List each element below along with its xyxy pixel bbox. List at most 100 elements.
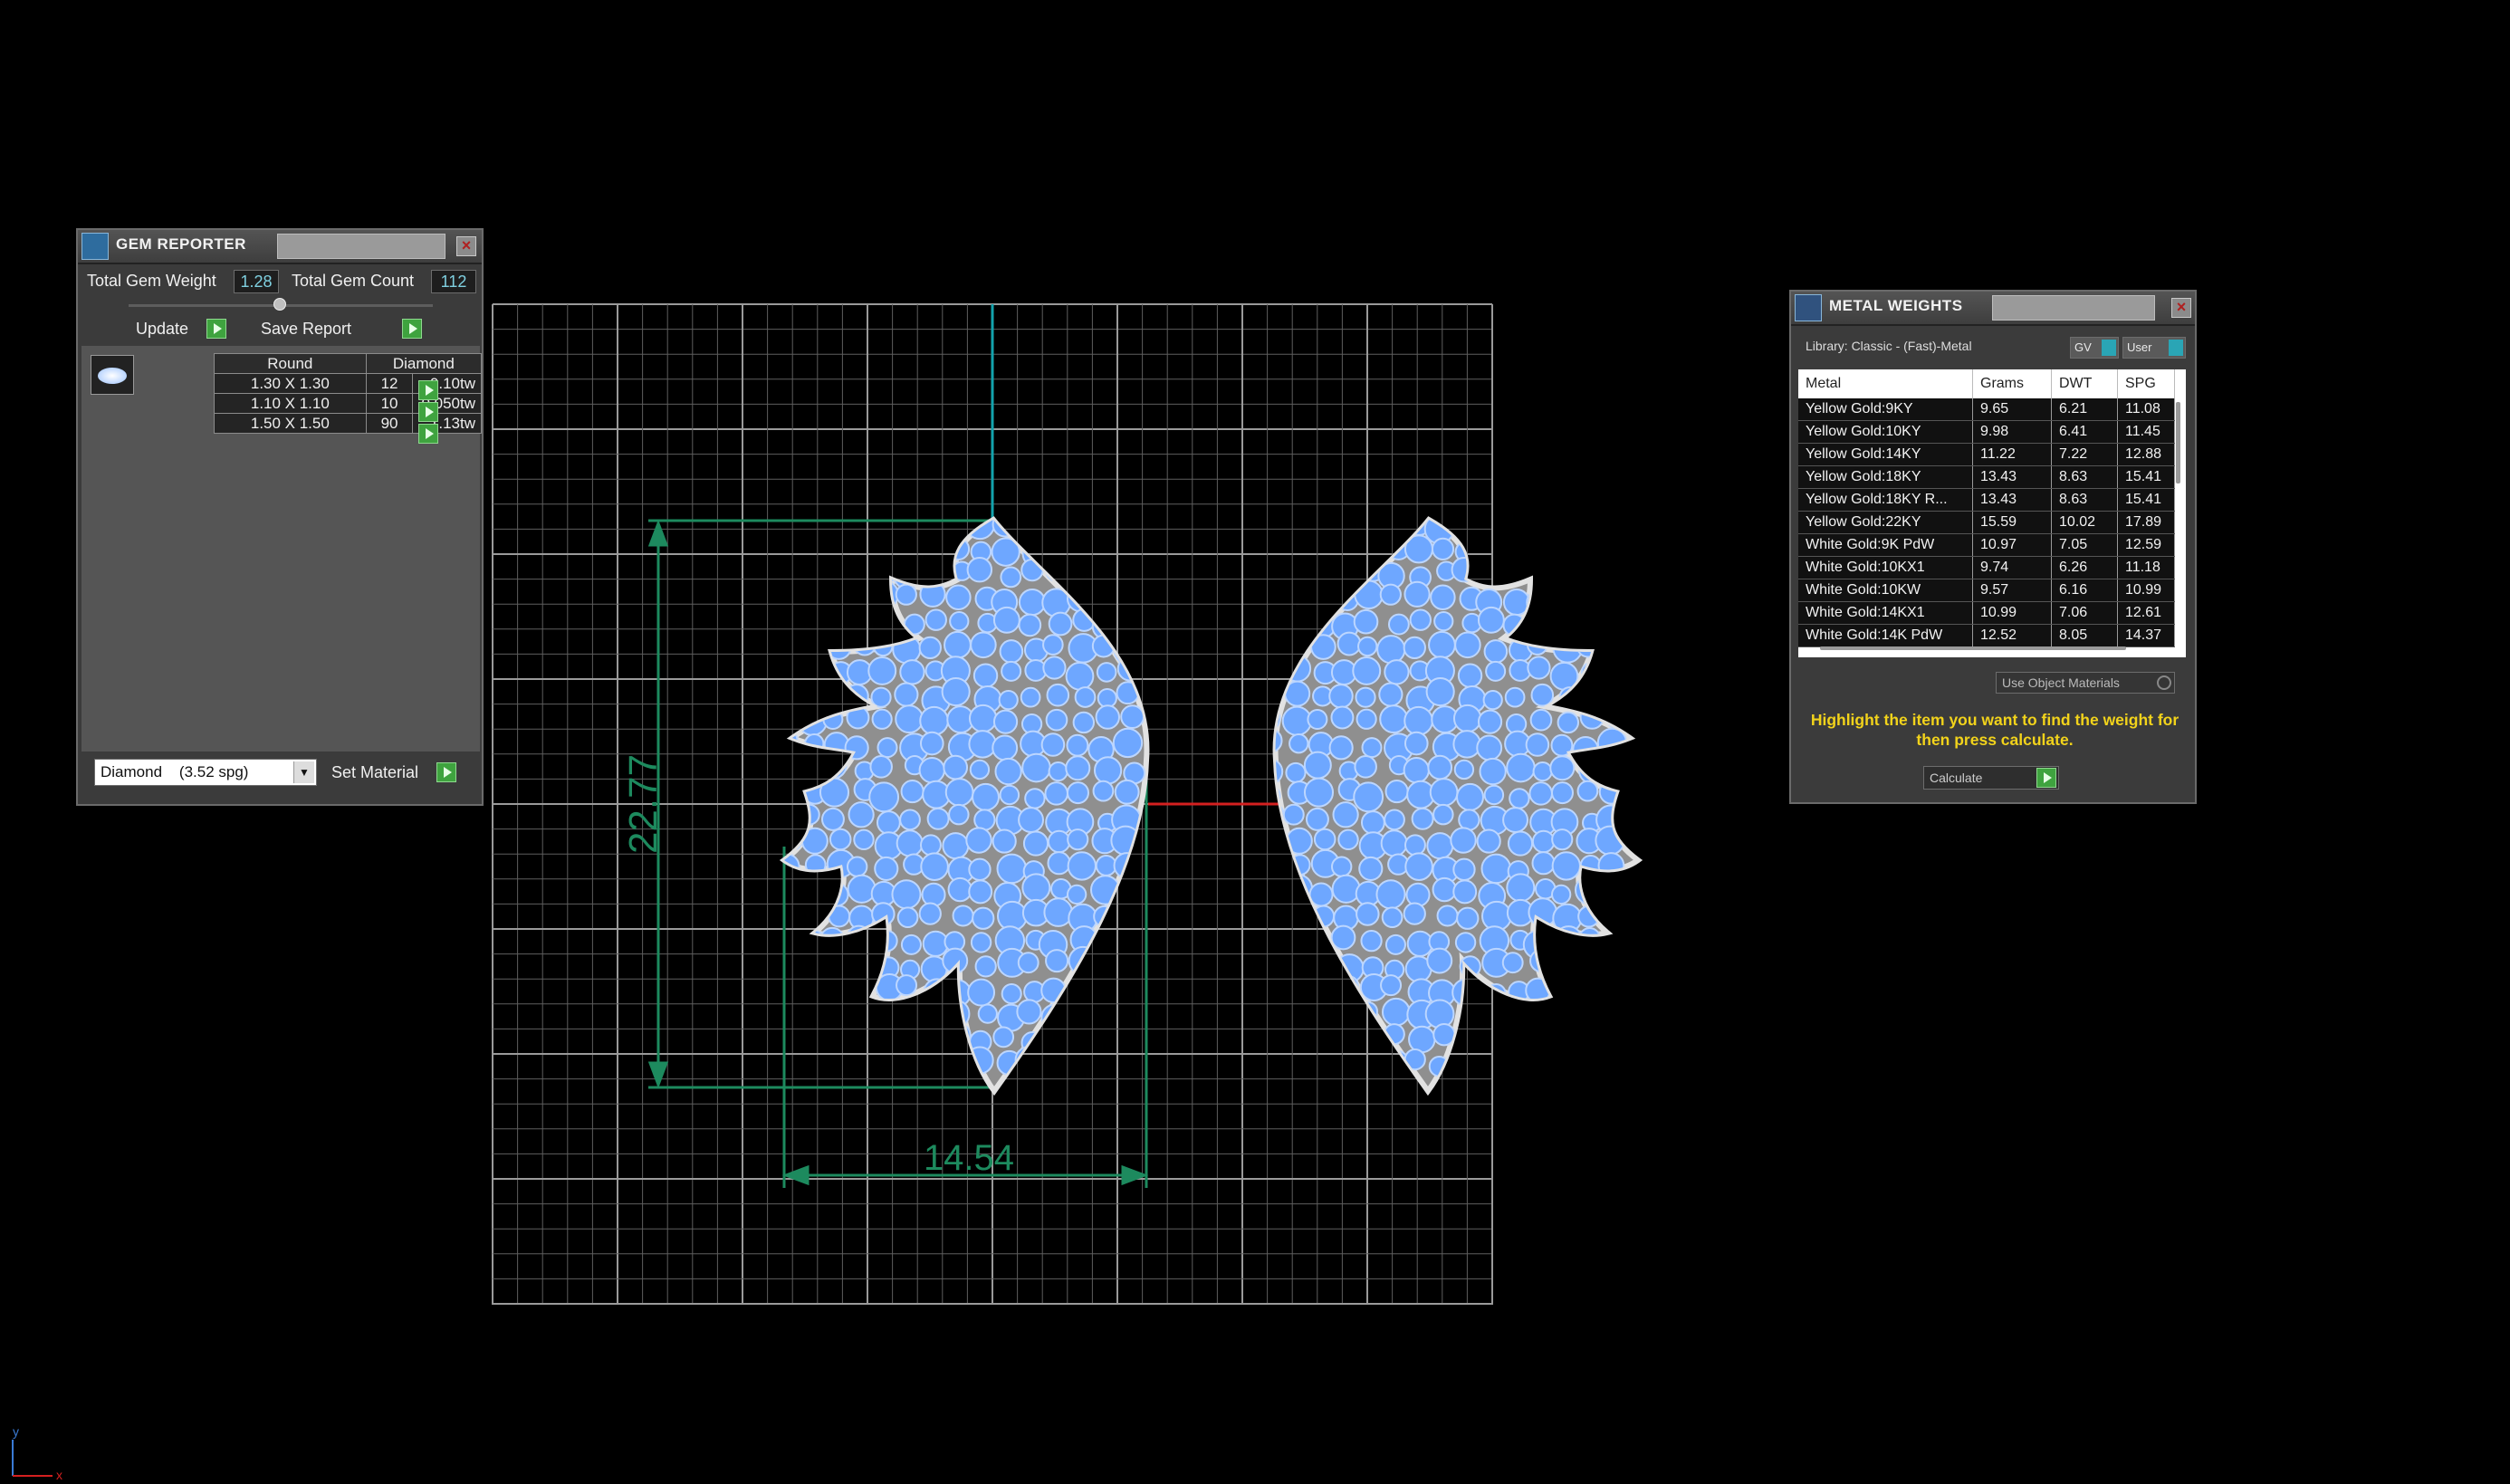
gem-stone [1275,758,1284,786]
gem-size: 1.50 X 1.50 [214,413,367,434]
chevron-down-icon[interactable]: ▼ [293,761,314,783]
metal-row[interactable]: Yellow Gold:9KY 9.65 6.21 11.08 [1798,398,2175,421]
metal-spg: 15.41 [2117,465,2175,489]
gem-stone [1096,662,1117,683]
titlebar-drag-area[interactable] [1992,295,2155,321]
calculate-button[interactable]: Calculate [1923,766,2059,790]
gem-stone [1018,807,1045,834]
gem-stone [784,1029,799,1053]
update-go-icon[interactable] [206,319,226,339]
calculate-go-icon[interactable] [2036,768,2056,788]
gem-stone [1552,945,1583,976]
save-report-go-icon[interactable] [402,319,422,339]
column-header-grams[interactable]: Grams [1972,369,2052,398]
gem-stone [1551,851,1581,881]
metal-row[interactable]: White Gold:14K PdW 12.52 8.05 14.37 [1798,624,2175,647]
slider-thumb[interactable] [273,298,286,311]
gem-stone [1043,897,1074,927]
gem-thumbnail[interactable] [91,355,134,395]
gear-icon[interactable] [2157,675,2171,690]
gem-stone [998,690,1019,711]
gem-stone [1506,873,1536,903]
metal-list[interactable]: Metal Grams DWT SPG Yellow Gold:9KY 9.65 6… [1798,369,2186,657]
metal-row[interactable]: Yellow Gold:18KY R... 13.43 8.63 15.41 [1798,488,2175,512]
gem-stone [801,904,823,925]
metal-row[interactable]: White Gold:10KW 9.57 6.16 10.99 [1798,579,2175,602]
gem-stone [919,834,942,857]
gem-stone [848,801,875,828]
set-material-button[interactable]: Set Material [328,761,469,784]
gv-toggle[interactable]: GV [2070,337,2119,359]
gem-stone [844,735,869,761]
save-report-button[interactable]: Save Report [255,317,427,340]
gem-row[interactable]: 1.50 X 1.50 90 1.13tw [214,413,482,434]
gem-stone [947,876,972,903]
gem-stone [1275,853,1285,880]
metal-row[interactable]: Yellow Gold:18KY 13.43 8.63 15.41 [1798,465,2175,489]
titlebar-drag-area[interactable] [277,234,445,259]
close-icon[interactable]: × [2171,298,2191,318]
gem-stone [820,807,845,831]
metal-row[interactable]: Yellow Gold:14KY 11.22 7.22 12.88 [1798,443,2175,466]
gem-stone [795,588,820,614]
gem-stone [822,981,849,1008]
gem-stone [1507,830,1534,857]
use-object-materials-select[interactable]: Use Object Materials [1996,672,2175,694]
metal-row[interactable]: White Gold:10KX1 9.74 6.26 11.18 [1798,556,2175,579]
gem-reporter-titlebar[interactable]: GEM REPORTER × [78,230,482,264]
gem-stone [1431,537,1455,560]
gem-stone [1380,829,1408,857]
gem-stone [973,809,996,831]
gem-stone [1477,1026,1499,1048]
gem-stone [1476,520,1503,538]
gem-stone [1333,1055,1357,1079]
gem-stone [1285,612,1309,637]
vertical-scrollbar[interactable] [2176,402,2180,483]
column-header-spg[interactable]: SPG [2117,369,2175,398]
gem-stone [1313,828,1336,851]
gem-table: Round Diamond 1.30 X 1.30 12 0.10tw 1.10… [214,353,483,434]
user-toggle[interactable]: User [2122,337,2186,359]
gem-stone [1574,1029,1601,1055]
gem-row[interactable]: 1.30 X 1.30 12 0.10tw [214,373,482,394]
metal-weights-titlebar[interactable]: METAL WEIGHTS × [1791,292,2195,326]
gem-stone [1016,999,1042,1025]
gem-row-go-icon[interactable] [418,402,438,422]
column-header-metal[interactable]: Metal [1798,369,1973,398]
gem-stone [1047,851,1071,876]
gem-stone [846,520,875,538]
gem-stone [1384,780,1409,804]
gem-stone [1072,711,1096,734]
gem-stone [1275,925,1283,950]
metal-row[interactable]: Yellow Gold:10KY 9.98 6.41 11.45 [1798,420,2175,444]
material-select[interactable]: Diamond (3.52 spg) ▼ [94,759,317,786]
gem-stone [1068,981,1095,1006]
gem-stone [896,906,919,929]
gem-stone [1332,801,1359,828]
set-material-go-icon[interactable] [436,762,456,782]
update-button[interactable]: Update [132,317,232,340]
gem-stone [870,1030,894,1054]
gem-stone [822,1045,854,1077]
gem-stone [898,1023,921,1046]
gem-stone [1532,761,1553,782]
gem-stone [896,829,924,857]
gem-row[interactable]: 1.10 X 1.10 10 0.050tw [214,393,482,414]
gem-stone [848,1007,870,1029]
gem-stone [1605,1005,1628,1028]
zoom-slider[interactable] [129,298,433,311]
gem-row-go-icon[interactable] [418,380,438,400]
metal-row[interactable]: White Gold:9K PdW 10.97 7.05 12.59 [1798,533,2175,557]
column-header-dwt[interactable]: DWT [2051,369,2118,398]
metal-row[interactable]: Yellow Gold:22KY 15.59 10.02 17.89 [1798,511,2175,534]
close-icon[interactable]: × [456,236,476,256]
metal-row[interactable]: White Gold:14KX1 10.99 7.06 12.61 [1798,601,2175,625]
gem-stone [891,879,922,910]
gem-stone [1601,531,1633,563]
gem-stone [1001,660,1022,682]
gem-stone [1303,777,1335,808]
horizontal-scrollbar[interactable] [1820,646,2126,650]
gem-stone [966,556,993,583]
gem-row-go-icon[interactable] [418,424,438,444]
gv-indicator-icon [2102,340,2116,356]
